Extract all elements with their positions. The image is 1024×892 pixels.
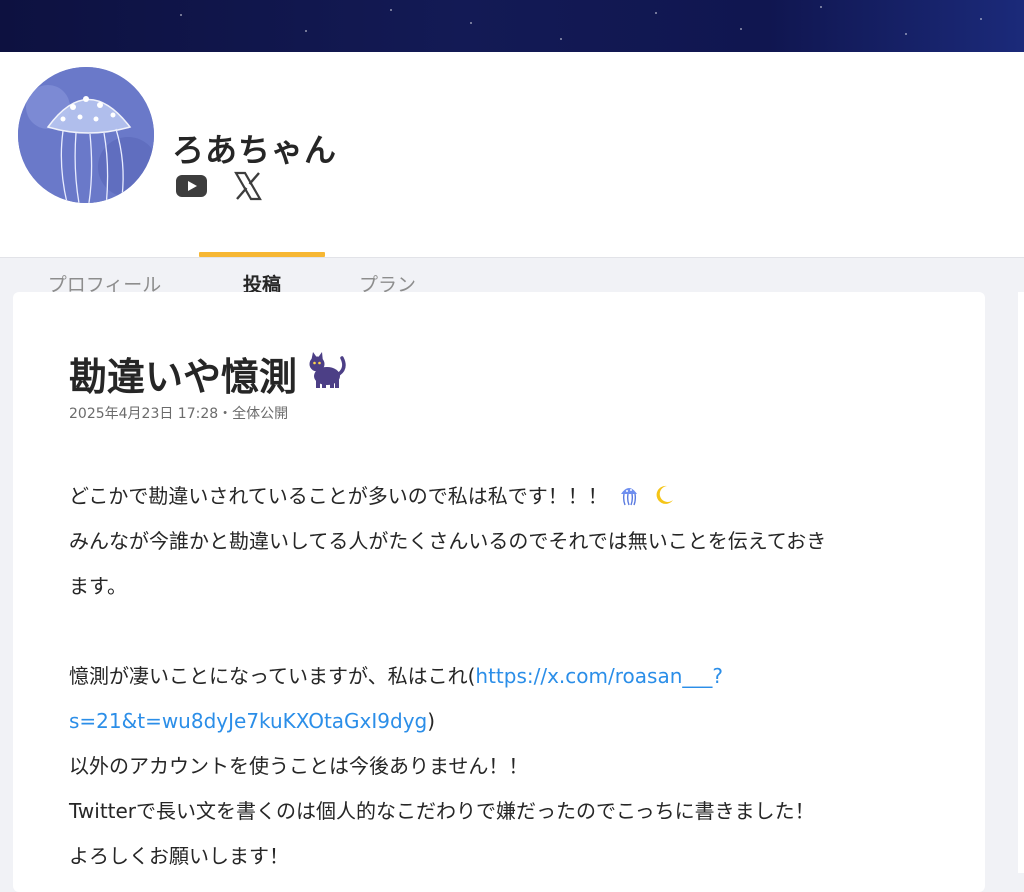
- avatar[interactable]: [15, 64, 157, 206]
- post-body-spacer: [69, 609, 949, 654]
- post-text: 憶測が凄いことになっていますが、私はこれ(: [69, 664, 476, 688]
- jellyfish-avatar-image: [18, 67, 154, 203]
- post-body: どこかで勘違いされていることが多いので私は私です！！！ みんなが今誰かと勘違いし…: [69, 474, 949, 879]
- social-links: [176, 171, 263, 205]
- post-title: 勘違いや憶測: [69, 355, 298, 399]
- post-body-line: s=21&t=wu8dyJe7kuKXOtaGxI9dyg): [69, 699, 949, 744]
- post-body-line: Twitterで長い文を書くのは個人的なこだわりで嫌だったのでこっちに書きました…: [69, 799, 815, 823]
- x-account-link[interactable]: https://x.com/roasan___?: [475, 664, 723, 688]
- crescent-moon-emoji: [653, 477, 675, 522]
- x-account-link-continued[interactable]: s=21&t=wu8dyJe7kuKXOtaGxI9dyg: [69, 709, 427, 733]
- post-body-line: みんなが今誰かと勘違いしてる人がたくさんいるのでそれでは無いことを伝えておき: [69, 529, 827, 553]
- side-panel-edge: [1018, 292, 1024, 873]
- jellyfish-emoji: [618, 477, 640, 522]
- post-body-line: 憶測が凄いことになっていますが、私はこれ(https://x.com/roasa…: [69, 654, 949, 699]
- header-banner: [0, 0, 1024, 52]
- creator-name: ろあちゃん: [172, 131, 338, 169]
- creator-header: ろあちゃん プロフィール 投稿 プラン: [0, 52, 1024, 296]
- post-title-row: 勘違いや憶測: [69, 346, 347, 401]
- active-tab-indicator: [199, 252, 325, 257]
- post-body-line: 以外のアカウントを使うことは今後ありません！！: [69, 754, 529, 778]
- post-body-line: どこかで勘違いされていることが多いので私は私です！！！: [69, 474, 949, 519]
- post-text: どこかで勘違いされていることが多いので私は私です！！！: [69, 484, 608, 508]
- post-text: ): [427, 709, 436, 733]
- x-icon[interactable]: [233, 171, 263, 205]
- black-cat-emoji: [305, 348, 347, 399]
- post-body-line: よろしくお願いします！: [69, 844, 289, 868]
- post-meta: 2025年4月23日 17:28・全体公開: [69, 406, 289, 422]
- post-card: 勘違いや憶測 2025年4月23日 17:28・全体公開 どこかで勘違いされてい…: [13, 292, 985, 892]
- youtube-icon[interactable]: [176, 175, 207, 201]
- post-body-line: ます。: [69, 574, 127, 598]
